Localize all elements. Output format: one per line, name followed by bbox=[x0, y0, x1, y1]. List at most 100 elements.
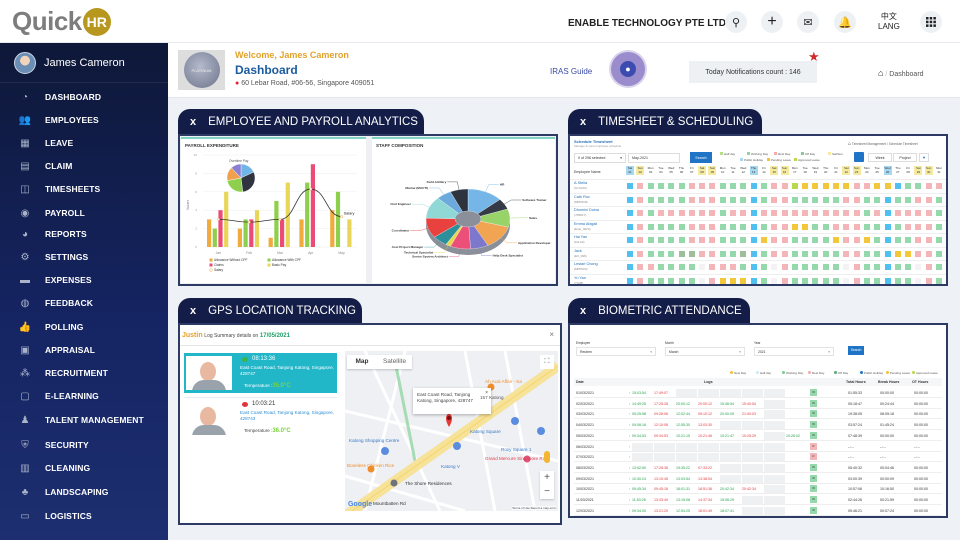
schedule-cell[interactable] bbox=[678, 210, 685, 216]
schedule-cell[interactable] bbox=[874, 277, 881, 284]
schedule-cell[interactable] bbox=[822, 223, 829, 230]
log-time-cell[interactable] bbox=[742, 389, 763, 397]
log-time-cell[interactable] bbox=[742, 506, 763, 515]
employee-selector[interactable]: 0 of 296 selected ▾ bbox=[574, 153, 626, 163]
schedule-cell[interactable] bbox=[771, 183, 778, 189]
log-time-cell[interactable] bbox=[720, 463, 741, 472]
log-time-cell[interactable]: 09:34:53 bbox=[654, 431, 675, 440]
schedule-cell[interactable] bbox=[781, 277, 788, 284]
log-time-cell[interactable]: 09:45:18 bbox=[654, 485, 675, 494]
schedule-cell[interactable] bbox=[884, 277, 891, 284]
legend-label[interactable]: Claims bbox=[214, 263, 224, 267]
schedule-cell[interactable] bbox=[936, 250, 942, 257]
schedule-cell[interactable] bbox=[668, 250, 675, 257]
schedule-cell[interactable] bbox=[874, 210, 881, 216]
log-time-cell[interactable] bbox=[764, 485, 785, 494]
schedule-cell[interactable] bbox=[709, 277, 716, 284]
schedule-cell[interactable] bbox=[637, 210, 644, 216]
employee-name-link[interactable]: Yu Yan bbox=[574, 276, 586, 280]
schedule-cell[interactable] bbox=[822, 196, 829, 203]
log-time-cell[interactable] bbox=[676, 389, 697, 397]
close-icon[interactable]: x bbox=[580, 305, 586, 317]
salary-point-apr[interactable] bbox=[309, 187, 313, 191]
schedule-cell[interactable] bbox=[884, 210, 891, 216]
schedule-cell[interactable] bbox=[843, 250, 850, 257]
log-time-cell[interactable] bbox=[742, 442, 763, 451]
schedule-cell[interactable] bbox=[730, 264, 736, 270]
schedule-cell[interactable] bbox=[781, 196, 788, 203]
log-time-cell[interactable]: 13:15:08 bbox=[676, 496, 697, 504]
schedule-cell[interactable] bbox=[647, 223, 654, 230]
schedule-cell[interactable] bbox=[637, 277, 644, 284]
schedule-cell[interactable] bbox=[699, 183, 706, 189]
schedule-cell[interactable] bbox=[668, 264, 675, 270]
log-time-cell[interactable]: 20:42:34 bbox=[742, 485, 763, 494]
schedule-cell[interactable] bbox=[843, 210, 850, 216]
schedule-cell[interactable] bbox=[760, 250, 767, 257]
bar-basic-pay-may[interactable] bbox=[347, 219, 352, 247]
schedule-cell[interactable] bbox=[874, 223, 881, 230]
log-time-cell[interactable]: 18:01:31 bbox=[676, 485, 697, 494]
log-time-cell[interactable]: 12:55:30 bbox=[676, 421, 697, 430]
log-time-cell[interactable]: 15:03:54 bbox=[632, 389, 653, 397]
schedule-cell[interactable] bbox=[915, 183, 922, 189]
schedule-cell[interactable] bbox=[750, 210, 757, 216]
schedule-cell[interactable] bbox=[905, 223, 912, 230]
log-time-cell[interactable] bbox=[764, 496, 785, 504]
schedule-cell[interactable] bbox=[905, 183, 912, 189]
schedule-cell[interactable] bbox=[719, 210, 726, 216]
schedule-cell[interactable] bbox=[843, 196, 850, 203]
schedule-cell[interactable] bbox=[647, 264, 654, 270]
schedule-cell[interactable] bbox=[750, 277, 757, 284]
schedule-cell[interactable] bbox=[627, 250, 633, 257]
schedule-cell[interactable] bbox=[915, 264, 922, 270]
schedule-cell[interactable] bbox=[905, 264, 912, 270]
log-time-cell[interactable] bbox=[742, 496, 763, 504]
mail-button[interactable]: ✉ bbox=[797, 11, 819, 33]
schedule-cell[interactable] bbox=[915, 277, 922, 284]
schedule-cell[interactable] bbox=[709, 183, 716, 189]
bar-basic-pay-feb[interactable] bbox=[254, 210, 260, 247]
schedule-cell[interactable] bbox=[760, 264, 767, 270]
log-time-cell[interactable]: 15:06:29 bbox=[720, 496, 741, 504]
log-time-cell[interactable]: 13:03:30 bbox=[698, 421, 719, 430]
schedule-cell[interactable] bbox=[771, 210, 778, 216]
schedule-cell[interactable] bbox=[843, 264, 850, 270]
schedule-cell[interactable] bbox=[637, 250, 644, 257]
schedule-cell[interactable] bbox=[740, 196, 747, 203]
schedule-cell[interactable] bbox=[884, 223, 891, 230]
sidebar-item-talent-management[interactable]: ♟ TALENT MANAGEMENT bbox=[0, 410, 168, 430]
schedule-cell[interactable] bbox=[637, 237, 644, 243]
log-time-cell[interactable] bbox=[720, 474, 741, 483]
log-time-cell[interactable]: 09:28:06 bbox=[654, 410, 675, 419]
log-time-cell[interactable]: 20:42:34 bbox=[720, 485, 741, 494]
schedule-cell[interactable] bbox=[936, 277, 942, 284]
schedule-cell[interactable] bbox=[802, 183, 809, 189]
schedule-cell[interactable] bbox=[730, 223, 736, 230]
schedule-cell[interactable] bbox=[791, 237, 798, 243]
filter-select-employee[interactable]: Reuben ▾ bbox=[576, 347, 656, 356]
schedule-cell[interactable] bbox=[760, 223, 767, 230]
schedule-cell[interactable] bbox=[812, 237, 819, 243]
schedule-cell[interactable] bbox=[874, 264, 881, 270]
schedule-cell[interactable] bbox=[894, 237, 901, 243]
schedule-cell[interactable] bbox=[915, 223, 922, 230]
map-place-label[interactable]: Mountbatten Rd bbox=[373, 501, 406, 506]
schedule-cell[interactable] bbox=[699, 196, 706, 203]
log-time-cell[interactable] bbox=[632, 453, 653, 462]
schedule-cell[interactable] bbox=[668, 277, 675, 284]
schedule-cell[interactable] bbox=[740, 183, 747, 189]
schedule-cell[interactable] bbox=[709, 250, 716, 257]
sidebar-item-payroll[interactable]: ◉ PAYROLL bbox=[0, 203, 168, 223]
schedule-cell[interactable] bbox=[657, 183, 664, 189]
schedule-cell[interactable] bbox=[699, 237, 706, 243]
schedule-cell[interactable] bbox=[750, 237, 757, 243]
schedule-cell[interactable] bbox=[709, 237, 716, 243]
apps-button[interactable] bbox=[920, 11, 942, 33]
map-view[interactable]: Map Satellite ⛶ East Coast Road, Tanjong… bbox=[345, 351, 558, 511]
filter-select-year[interactable]: 2021 ▾ bbox=[754, 347, 834, 356]
iras-guide-link[interactable]: IRAS Guide bbox=[550, 67, 592, 76]
schedule-cell[interactable] bbox=[802, 264, 809, 270]
schedule-cell[interactable] bbox=[812, 223, 819, 230]
schedule-cell[interactable] bbox=[688, 183, 695, 189]
